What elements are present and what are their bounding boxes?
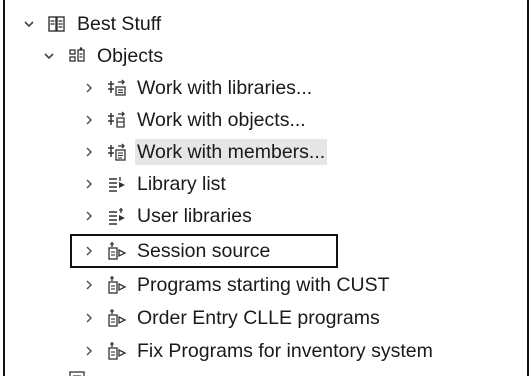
chevron-right-icon[interactable]: [80, 342, 98, 360]
tree-node-best-stuff[interactable]: Best Stuff: [20, 8, 163, 40]
filter-icon: [106, 340, 128, 362]
tree-node-objects[interactable]: Objects: [40, 40, 165, 72]
tree-node-label: Work with objects...: [137, 109, 306, 131]
chevron-right-icon[interactable]: [80, 309, 98, 327]
chevron-right-icon[interactable]: [80, 79, 98, 97]
object-filter-pool-icon: [66, 45, 88, 67]
chevron-right-icon[interactable]: [80, 143, 98, 161]
tree-node-work-with-libraries[interactable]: Work with libraries...: [80, 72, 314, 104]
commands-icon: [66, 368, 88, 376]
tree-node-programs-starting-with-cust[interactable]: Programs starting with CUST: [80, 269, 391, 301]
chevron-right-icon[interactable]: [80, 207, 98, 225]
chevron-right-icon[interactable]: [80, 175, 98, 193]
tree-node-label: Work with libraries...: [137, 77, 313, 99]
tree-node-work-with-members[interactable]: Work with members...: [80, 136, 328, 168]
tree-node-label: Best Stuff: [77, 13, 162, 35]
filter-icon: [106, 307, 128, 329]
tree-node-label: Objects: [97, 45, 164, 67]
filter-icon: [106, 240, 128, 262]
tree-node-fix-programs-for-inventory-system[interactable]: Fix Programs for inventory system: [80, 335, 435, 367]
tree-node-work-with-objects[interactable]: Work with objects...: [80, 104, 308, 136]
tree-node-order-entry-clle-programs[interactable]: Order Entry CLLE programs: [80, 302, 382, 334]
chevron-right-icon[interactable]: [80, 242, 98, 260]
tree-node-label: Work with members...: [135, 139, 328, 165]
chevron-right-icon[interactable]: [80, 276, 98, 294]
tree-node-user-libraries[interactable]: User libraries: [80, 200, 254, 232]
tree-node-label: Fix Programs for inventory system: [137, 340, 433, 362]
tree-node-partial[interactable]: [40, 364, 95, 376]
filter-icon: [106, 274, 128, 296]
work-with-objects-icon: [106, 109, 128, 131]
project-icon: [46, 13, 68, 35]
user-libraries-icon: [106, 205, 128, 227]
chevron-down-icon[interactable]: [20, 15, 38, 33]
library-list-icon: [106, 173, 128, 195]
chevron-right-icon[interactable]: [80, 111, 98, 129]
remote-systems-tree: Best Stuff Objects Work with libraries..…: [3, 0, 529, 376]
work-with-libraries-icon: [106, 77, 128, 99]
tree-node-session-source[interactable]: Session source: [80, 235, 272, 267]
tree-node-label: Library list: [137, 173, 226, 195]
tree-node-label: Programs starting with CUST: [137, 274, 390, 296]
tree-node-library-list[interactable]: Library list: [80, 168, 228, 200]
tree-node-label: Session source: [137, 240, 271, 262]
chevron-down-icon[interactable]: [40, 370, 58, 376]
work-with-members-icon: [106, 141, 128, 163]
chevron-down-icon[interactable]: [40, 47, 58, 65]
tree-node-label: User libraries: [137, 205, 252, 227]
tree-node-label: Order Entry CLLE programs: [137, 307, 380, 329]
